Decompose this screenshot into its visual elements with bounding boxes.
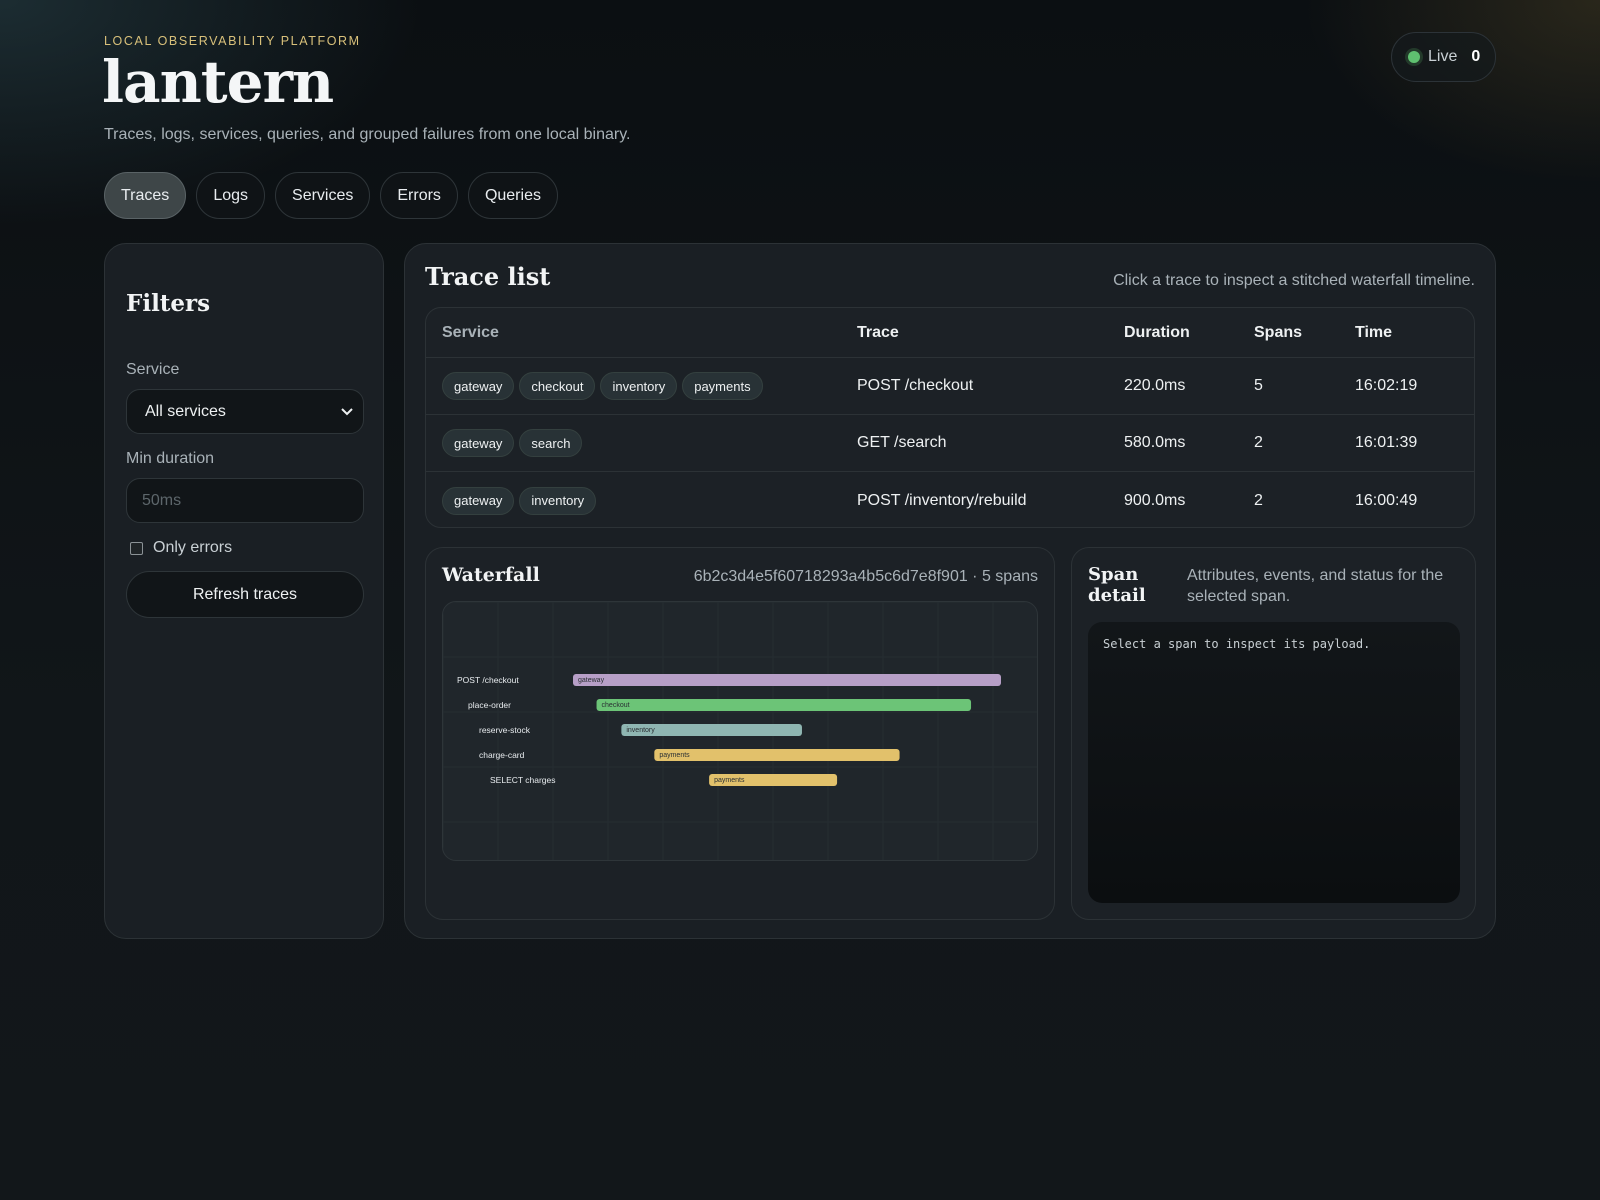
column-header-spans: Spans [1254,323,1303,341]
waterfall-timeline: POST /checkout gateway place-order checkout… [442,601,1038,861]
trace-duration: 220.0ms [1124,377,1186,394]
waterfall-title: Waterfall [442,564,540,586]
live-status-dot-icon [1408,51,1420,63]
platform-eyebrow: LOCAL OBSERVABILITY PLATFORM [104,34,361,48]
service-chip: gateway [442,372,515,400]
service-label: Service [126,361,180,378]
table-row[interactable]: gateway inventory POST /inventory/rebuil… [426,472,1474,527]
span-label[interactable]: reserve-stock [479,725,531,735]
span-bar[interactable] [596,699,972,711]
service-chip: gateway [442,429,515,457]
trace-list-panel: Trace list Click a trace to inspect a st… [404,243,1496,939]
chevron-down-icon [341,407,353,415]
live-indicator[interactable]: Live 0 [1391,32,1496,82]
tab-services[interactable]: Services [275,172,371,219]
service-chip: inventory [519,486,597,515]
span-service-label: gateway [578,677,605,684]
filters-panel: Filters Service All services Min duratio… [104,243,384,939]
trace-table: Service Trace Duration Spans Time gatewa… [425,307,1475,528]
span-detail-placeholder: Select a span to inspect its payload. [1103,637,1371,651]
column-header-time: Time [1355,323,1393,341]
brand-title: lantern [102,48,334,116]
tagline: Traces, logs, services, queries, and gro… [104,126,631,143]
span-service-label: payments [714,777,745,784]
trace-span-count: 2 [1254,434,1263,451]
live-count: 0 [1471,48,1481,65]
span-label[interactable]: place-order [468,700,511,710]
span-service-label: inventory [626,727,655,734]
service-select[interactable]: All services [126,389,364,434]
span-detail-hint: Attributes, events, and status for the s… [1187,567,1444,605]
min-duration-label: Min duration [126,450,215,467]
trace-time: 16:02:19 [1355,377,1418,394]
trace-time: 16:00:49 [1355,491,1418,509]
min-duration-input[interactable] [126,478,364,523]
column-header-duration: Duration [1124,323,1190,341]
table-row[interactable]: gateway checkout inventory payments POST… [426,358,1474,415]
trace-name: POST /inventory/rebuild [857,491,1027,509]
service-chips: gateway search [426,429,857,457]
service-select-value: All services [145,402,226,420]
span-label[interactable]: SELECT charges [490,775,556,785]
span-bar[interactable] [573,674,1001,686]
table-row[interactable]: gateway search GET /search 580.0ms 2 16:… [426,415,1474,472]
table-header: Service Trace Duration Spans Time [426,308,1474,358]
column-header-trace: Trace [857,323,899,341]
waterfall-trace-meta: 6b2c3d4e5f60718293a4b5c6d7e8f901 · 5 spa… [693,568,1038,585]
trace-span-count: 2 [1254,491,1263,509]
service-chips: gateway inventory [426,486,857,515]
service-chip: payments [682,372,763,400]
tab-logs[interactable]: Logs [196,172,266,219]
span-detail-card: Span detail Attributes, events, and stat… [1071,547,1476,920]
span-label[interactable]: charge-card [479,750,525,760]
waterfall-card: Waterfall 6b2c3d4e5f60718293a4b5c6d7e8f9… [425,547,1055,920]
live-label: Live [1428,48,1458,65]
service-chip: search [519,429,583,457]
only-errors-row[interactable]: Only errors [126,539,362,557]
service-chip: inventory [600,372,678,400]
trace-duration: 580.0ms [1124,434,1186,451]
tab-errors[interactable]: Errors [380,172,458,219]
span-label[interactable]: POST /checkout [457,675,519,685]
service-chip: gateway [442,486,515,515]
service-chips: gateway checkout inventory payments [426,372,857,400]
span-detail-payload: Select a span to inspect its payload. [1088,622,1460,903]
only-errors-checkbox[interactable] [130,541,143,555]
tab-queries[interactable]: Queries [467,172,558,219]
tab-traces[interactable]: Traces [104,172,187,219]
trace-list-hint: Click a trace to inspect a stitched wate… [1113,272,1475,289]
service-chip: checkout [519,372,596,400]
span-service-label: payments [659,752,690,759]
main-tabs: Traces Logs Services Errors Queries [104,172,558,219]
filters-title: Filters [126,290,211,317]
span-bar[interactable] [654,749,900,761]
trace-duration: 900.0ms [1124,491,1186,509]
trace-name: GET /search [857,434,947,451]
trace-list-title: Trace list [425,262,551,291]
trace-name: POST /checkout [857,377,974,394]
span-detail-title: Span detail [1088,564,1146,606]
only-errors-label: Only errors [153,539,233,556]
trace-span-count: 5 [1254,377,1263,394]
column-header-service: Service [442,323,499,341]
span-service-label: checkout [602,702,630,709]
trace-time: 16:01:39 [1355,434,1418,451]
waterfall-chart: POST /checkout gateway place-order checkout… [443,602,1037,860]
refresh-traces-button[interactable]: Refresh traces [126,571,364,618]
